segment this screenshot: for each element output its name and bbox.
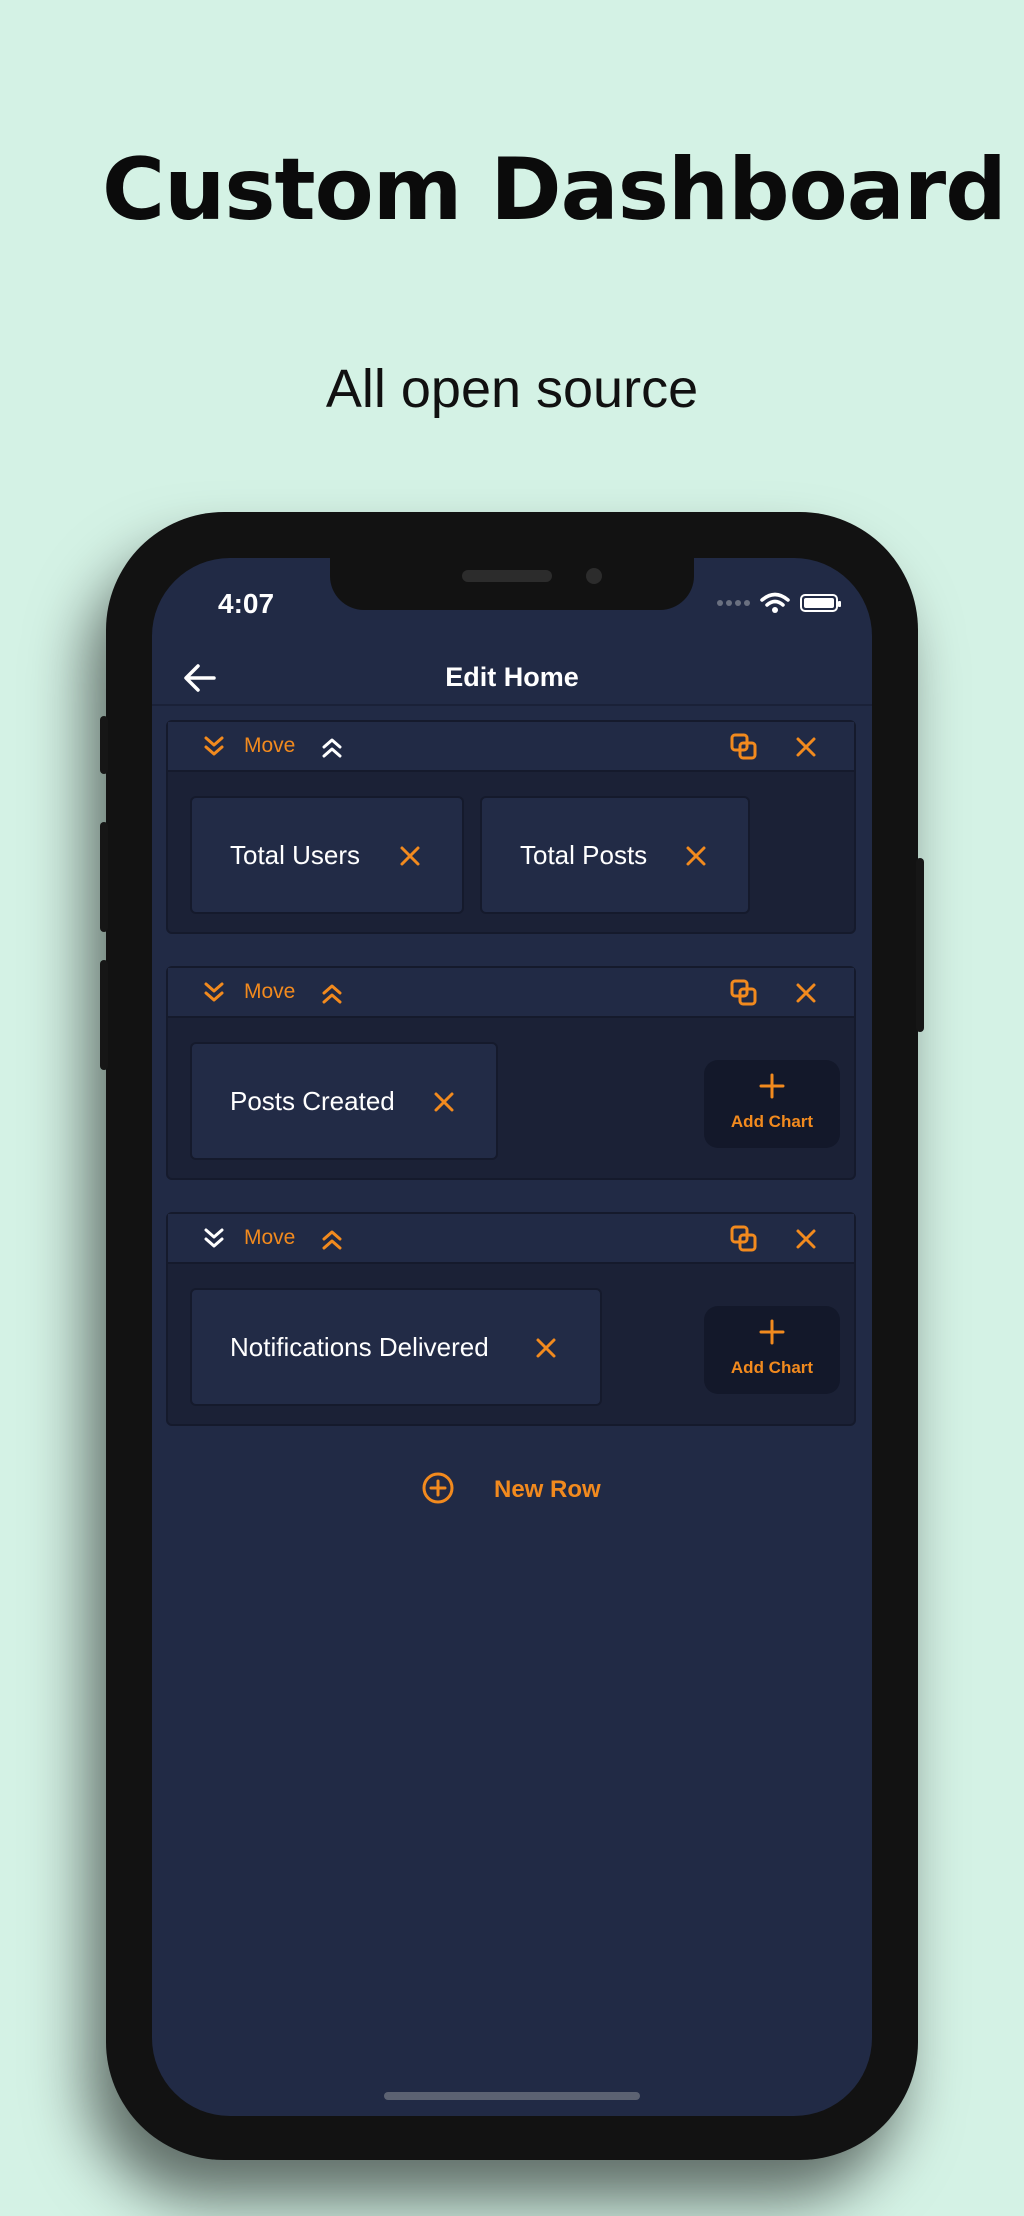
new-row-button[interactable]: New Row — [152, 1464, 872, 1514]
front-camera — [586, 568, 602, 584]
promo-headline: Custom Dashboard — [102, 140, 1007, 240]
close-icon[interactable] — [790, 977, 822, 1009]
status-time: 4:07 — [218, 588, 275, 619]
close-icon[interactable] — [396, 842, 424, 870]
chart-card[interactable]: Total Posts — [480, 796, 750, 914]
close-icon[interactable] — [532, 1334, 560, 1362]
add-chart-label: Add Chart — [730, 1112, 814, 1131]
move-up-icon[interactable] — [316, 1223, 348, 1255]
dashboard-row: Move Notifications Delivered Add Chart — [166, 1212, 856, 1426]
phone-volume-up — [100, 822, 108, 932]
plus-icon — [759, 1319, 785, 1345]
plus-icon — [759, 1073, 785, 1099]
add-chart-button[interactable]: Add Chart — [704, 1306, 840, 1394]
move-label: Move — [244, 734, 296, 757]
chart-card[interactable]: Notifications Delivered — [190, 1288, 602, 1406]
status-icons — [717, 592, 841, 614]
move-down-icon[interactable] — [198, 977, 230, 1009]
home-indicator[interactable] — [384, 2092, 640, 2100]
close-icon[interactable] — [430, 1088, 458, 1116]
move-down-icon[interactable] — [198, 731, 230, 763]
chart-label: Total Posts — [520, 840, 648, 870]
duplicate-icon[interactable] — [728, 1223, 760, 1255]
move-up-icon[interactable] — [316, 977, 348, 1009]
chart-card[interactable]: Posts Created — [190, 1042, 498, 1160]
row-toolbar: Move — [168, 968, 854, 1018]
promo-subheadline: All open source — [325, 359, 699, 419]
wifi-icon — [760, 592, 790, 613]
duplicate-icon[interactable] — [728, 731, 760, 763]
add-chart-label: Add Chart — [730, 1358, 814, 1377]
move-up-icon[interactable] — [316, 731, 348, 763]
speaker — [462, 570, 552, 582]
phone-mute-switch — [100, 716, 108, 774]
row-toolbar: Move — [168, 722, 854, 772]
row-toolbar: Move — [168, 1214, 854, 1264]
battery-icon — [800, 594, 841, 612]
phone-power-button — [916, 858, 924, 1032]
close-icon[interactable] — [790, 731, 822, 763]
page-title: Edit Home — [445, 662, 579, 692]
chart-label: Total Users — [230, 840, 361, 870]
chart-label: Posts Created — [230, 1086, 395, 1116]
dashboard-row: Move Total Users Total Posts — [166, 720, 856, 934]
move-label: Move — [244, 1226, 296, 1249]
nav-bar: Edit Home — [152, 648, 872, 708]
dashboard-row: Move Posts Created Add Chart — [166, 966, 856, 1180]
phone-volume-down — [100, 960, 108, 1070]
new-row-label: New Row — [494, 1476, 601, 1503]
add-chart-button[interactable]: Add Chart — [704, 1060, 840, 1148]
notch — [330, 558, 694, 610]
chart-label: Notifications Delivered — [230, 1332, 489, 1362]
move-down-icon[interactable] — [198, 1223, 230, 1255]
chart-card[interactable]: Total Users — [190, 796, 464, 914]
close-icon[interactable] — [682, 842, 710, 870]
move-label: Move — [244, 980, 296, 1003]
close-icon[interactable] — [790, 1223, 822, 1255]
signal-dots-icon — [717, 600, 750, 606]
plus-circle-icon — [422, 1472, 454, 1504]
duplicate-icon[interactable] — [728, 977, 760, 1009]
app-screen: 4:07 Edit Home Move Total Users Total Po… — [152, 558, 872, 2116]
nav-divider — [152, 704, 872, 706]
